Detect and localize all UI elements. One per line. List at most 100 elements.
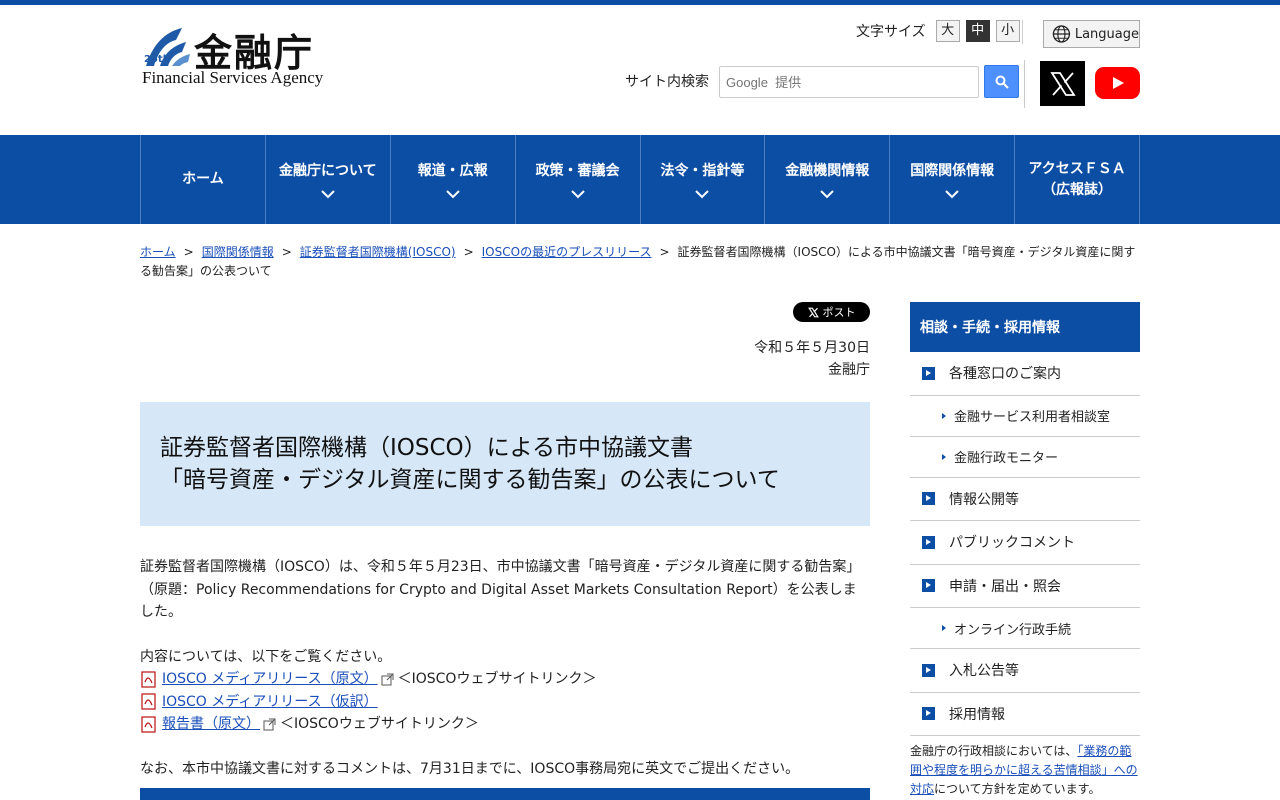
header-divider <box>1022 20 1023 44</box>
article-intro: 内容については、以下をご覧ください。 <box>140 648 392 665</box>
document-link[interactable]: IOSCO メディアリリース（仮訳） <box>162 691 378 714</box>
nav-item-home[interactable]: ホーム <box>141 135 266 224</box>
arrow-square-icon <box>922 366 935 380</box>
x-logo-icon <box>1049 71 1076 96</box>
chevron-down-icon <box>945 189 959 198</box>
chevron-down-icon <box>820 189 835 198</box>
nav-label: 政策・審議会 <box>535 162 620 179</box>
nav-item-about[interactable]: 金融庁について <box>266 135 391 224</box>
document-link[interactable]: IOSCO メディアリリース（原文） <box>162 668 378 691</box>
sidebar-item-label: 金融サービス利用者相談室 <box>954 410 1111 425</box>
nav-item-laws[interactable]: 法令・指針等 <box>641 135 766 224</box>
article-body: 証券監督者国際機構（IOSCO）は、令和５年５月23日、市中協議文書「暗号資産・… <box>140 556 870 780</box>
sidebar-item-label: 各種窓口のご案内 <box>949 366 1061 383</box>
nav-item-international[interactable]: 国際関係情報 <box>890 135 1016 224</box>
sidebar-item-label: オンライン行政手続 <box>954 622 1072 638</box>
search-button[interactable] <box>984 65 1019 98</box>
logo-anniversary: 25th <box>144 54 170 65</box>
publisher: 金融庁 <box>828 362 870 378</box>
article-paragraph: 証券監督者国際機構（IOSCO）は、令和５年５月23日、市中協議文書「暗号資産・… <box>140 559 861 620</box>
font-size-medium-button[interactable]: 中 <box>965 20 990 42</box>
sidebar-item-contact[interactable]: 各種窓口のご案内 <box>910 352 1140 396</box>
arrow-square-icon <box>922 492 935 506</box>
breadcrumb-link[interactable]: 証券監督者国際機構(IOSCO) <box>300 245 456 259</box>
nav-label: （広報誌） <box>1042 181 1113 198</box>
page-title: 証券監督者国際機構（IOSCO）による市中協議文書 「暗号資産・デジタル資産に関… <box>160 432 850 496</box>
document-link-row: IOSCO メディアリリース（原文） ＜IOSCOウェブサイトリンク＞ <box>140 668 870 691</box>
breadcrumb-link[interactable]: 国際関係情報 <box>202 245 274 259</box>
arrow-square-icon <box>922 535 935 549</box>
sidebar-heading: 相談・手続・採用情報 <box>910 302 1140 352</box>
sidebar-item-label: 情報公開等 <box>949 491 1019 508</box>
nav-label: 金融庁について <box>279 162 377 179</box>
document-link-note: ＜IOSCOウェブサイトリンク＞ <box>397 671 597 687</box>
sidebar-item-public-comment[interactable]: パブリックコメント <box>910 521 1140 565</box>
external-link-icon <box>263 718 276 731</box>
sidebar-item-label: 申請・届出・照会 <box>949 578 1061 595</box>
nav-item-access-fsa[interactable]: アクセスＦＳＡ （広報誌） <box>1015 135 1140 224</box>
publication-info: 令和５年５月30日 金融庁 <box>700 337 870 381</box>
article-note: なお、本市中協議文書に対するコメントは、7月31日までに、IOSCO事務局宛に英… <box>140 760 800 777</box>
x-social-button[interactable] <box>1040 61 1085 106</box>
sidebar-subitem-consumer-desk[interactable]: 金融サービス利用者相談室 <box>910 396 1140 437</box>
nav-label: アクセスＦＳＡ <box>1028 160 1126 177</box>
sidebar-item-disclosure[interactable]: 情報公開等 <box>910 478 1140 521</box>
nav-item-institutions[interactable]: 金融機関情報 <box>765 135 891 224</box>
section-heading-bar <box>140 788 870 800</box>
font-size-label: 文字サイズ <box>856 24 926 40</box>
font-size-large-button[interactable]: 大 <box>935 20 960 42</box>
search-input[interactable] <box>719 66 979 98</box>
sidebar-item-label: パブリックコメント <box>949 535 1075 552</box>
chevron-down-icon <box>570 189 585 198</box>
x-post-button[interactable]: ポスト <box>793 302 870 322</box>
triangle-right-icon <box>942 625 946 631</box>
sidebar-item-applications[interactable]: 申請・届出・照会 <box>910 565 1140 608</box>
font-size-control: 文字サイズ 大 中 小 <box>856 20 1020 42</box>
logo-english: Financial Services Agency <box>142 68 324 87</box>
document-link[interactable]: 報告書（原文） <box>162 713 260 736</box>
document-link-row: IOSCO メディアリリース（仮訳） <box>140 691 870 714</box>
page-title-line: 証券監督者国際機構（IOSCO）による市中協議文書 <box>160 435 693 461</box>
breadcrumb-link[interactable]: ホーム <box>140 245 176 259</box>
nav-label: 国際関係情報 <box>910 162 995 179</box>
language-label: Language <box>1074 26 1139 42</box>
external-link-icon <box>381 673 394 686</box>
triangle-right-icon <box>942 453 946 460</box>
sidebar: 相談・手続・採用情報 各種窓口のご案内 金融サービス利用者相談室 金融行政モニタ… <box>910 302 1140 799</box>
sidebar-item-label: 金融行政モニター <box>954 451 1059 466</box>
triangle-right-icon <box>942 412 946 419</box>
chevron-down-icon <box>321 189 335 198</box>
header-divider <box>1024 60 1025 108</box>
page-title-line: 「暗号資産・デジタル資産に関する勧告案」の公表について <box>160 467 780 493</box>
sidebar-subitem-monitor[interactable]: 金融行政モニター <box>910 437 1140 478</box>
font-size-small-button[interactable]: 小 <box>995 20 1020 42</box>
pdf-icon <box>141 693 156 710</box>
site-logo[interactable]: 25th 金融庁 Financial Services Agency <box>142 24 342 90</box>
globe-icon <box>1052 25 1071 43</box>
nav-label: 報道・広報 <box>417 162 488 179</box>
sidebar-note-text: について方針を定めています。 <box>934 782 1101 796</box>
nav-label: 金融機関情報 <box>785 162 870 179</box>
x-logo-icon <box>807 307 819 317</box>
chevron-down-icon <box>445 189 460 198</box>
sidebar-item-label: 採用情報 <box>949 706 1005 723</box>
document-link-row: 報告書（原文） ＜IOSCOウェブサイトリンク＞ <box>140 713 870 736</box>
language-button[interactable]: Language <box>1043 20 1140 48</box>
pdf-icon <box>141 671 156 688</box>
nav-label: 法令・指針等 <box>660 162 745 179</box>
document-link-note: ＜IOSCOウェブサイトリンク＞ <box>280 716 479 732</box>
nav-item-press[interactable]: 報道・広報 <box>391 135 516 224</box>
nav-label: ホーム <box>182 171 224 187</box>
youtube-button[interactable] <box>1095 67 1140 99</box>
breadcrumb-link[interactable]: IOSCOの最近のプレスリリース <box>482 245 652 259</box>
sidebar-item-bids[interactable]: 入札公告等 <box>910 649 1140 693</box>
arrow-square-icon <box>922 579 935 593</box>
sidebar-note: 金融庁の行政相談においては、「業務の範囲や程度を明らかに超える苦情相談」への対応… <box>910 736 1140 799</box>
sidebar-item-recruitment[interactable]: 採用情報 <box>910 693 1140 736</box>
nav-item-policy[interactable]: 政策・審議会 <box>516 135 641 224</box>
arrow-square-icon <box>922 707 935 721</box>
chevron-down-icon <box>695 189 710 198</box>
pdf-icon <box>141 716 156 733</box>
sidebar-subitem-online-procedures[interactable]: オンライン行政手続 <box>910 608 1140 649</box>
top-accent-bar <box>0 0 1280 5</box>
